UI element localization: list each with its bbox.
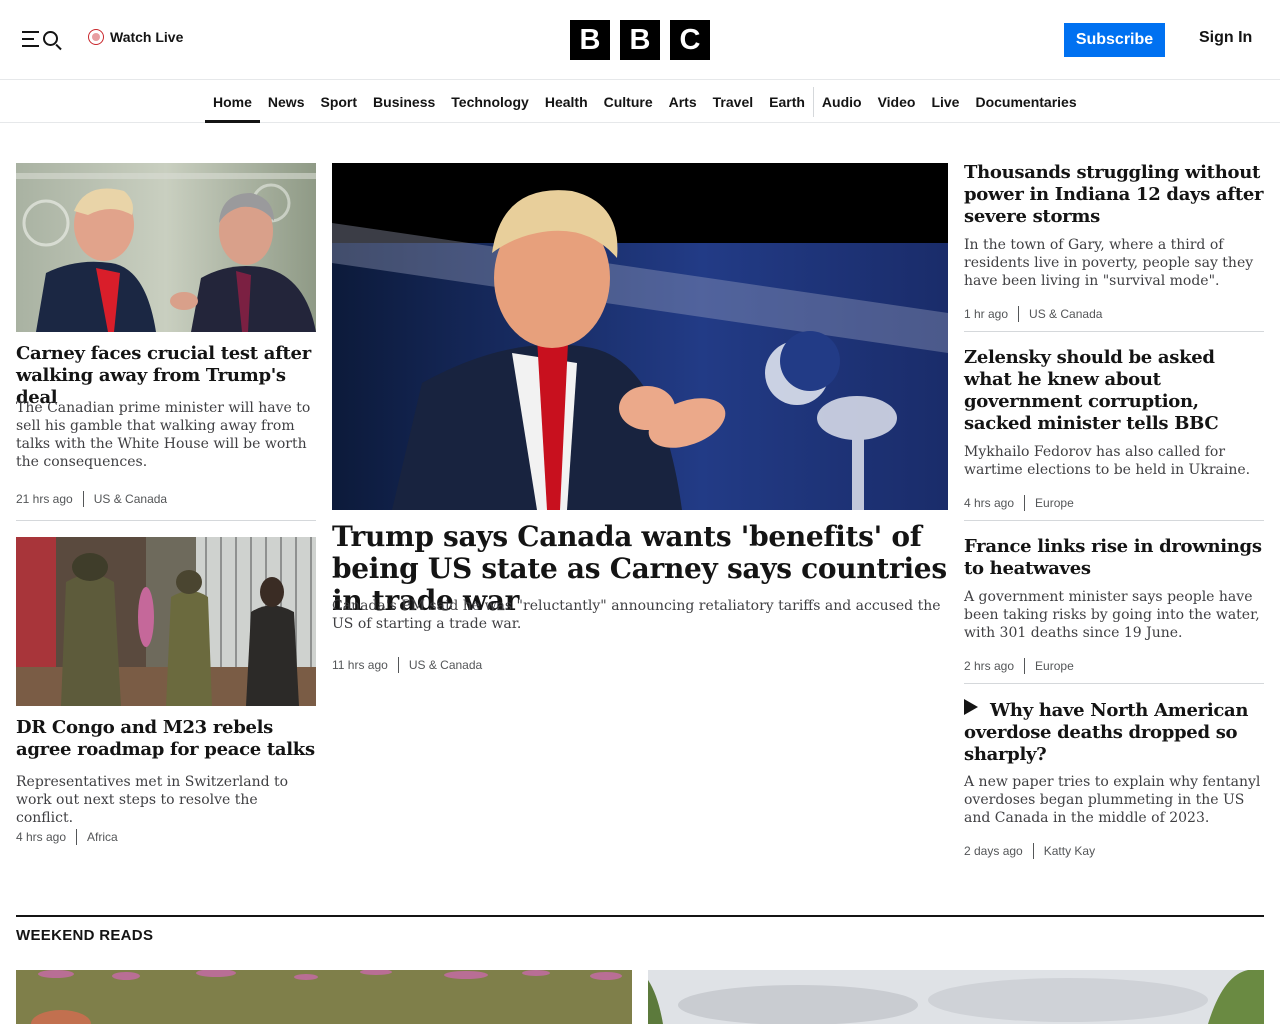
story-meta: 4 hrs ago Europe <box>964 495 1074 511</box>
story-summary: Mykhailo Fedorov has also called for war… <box>964 444 1251 478</box>
logo-letter-c: C <box>670 20 710 60</box>
meta-divider <box>82 491 84 507</box>
story-time: 2 hrs ago <box>964 659 1015 673</box>
story-divider <box>964 520 1264 521</box>
live-icon <box>88 29 104 45</box>
story-time: 4 hrs ago <box>964 496 1015 510</box>
nav-item-arts[interactable]: Arts <box>661 81 705 122</box>
story-section-link[interactable]: Africa <box>87 830 118 844</box>
meta-divider <box>76 829 78 845</box>
meta-divider <box>1024 495 1026 511</box>
story-time: 4 hrs ago <box>16 830 67 844</box>
story-author-link[interactable]: Katty Kay <box>1044 844 1095 858</box>
story-section-link[interactable]: US & Canada <box>409 658 482 672</box>
nav-item-video[interactable]: Video <box>870 81 924 122</box>
section-title-weekend-reads: WEEKEND READS <box>16 927 154 944</box>
nav-item-health[interactable]: Health <box>537 81 596 122</box>
nav-item-news[interactable]: News <box>260 81 313 122</box>
story-summary: A new paper tries to explain why fentany… <box>964 774 1261 826</box>
nav-item-audio[interactable]: Audio <box>814 81 870 122</box>
meta-divider <box>1032 843 1034 859</box>
logo-letter-b1: B <box>570 20 610 60</box>
story-divider <box>16 520 316 521</box>
main-story-summary: Canada's PM said he was "reluctantly" an… <box>332 598 941 632</box>
story-meta: 4 hrs ago Africa <box>16 829 118 845</box>
story-time: 2 days ago <box>964 844 1023 858</box>
meta-divider <box>397 657 399 673</box>
story-image-drcongo[interactable] <box>16 537 316 706</box>
story-section-link[interactable]: Europe <box>1035 496 1074 510</box>
story-section-link[interactable]: US & Canada <box>1029 307 1102 321</box>
story-headline[interactable]: Thousands struggling without power in In… <box>964 162 1264 228</box>
nav-item-documentaries[interactable]: Documentaries <box>967 81 1084 122</box>
nav-item-home[interactable]: Home <box>205 81 260 123</box>
menu-search-button[interactable] <box>20 28 62 52</box>
story-summary: The Canadian prime minister will have to… <box>16 400 311 470</box>
play-icon <box>964 699 978 715</box>
bbc-logo[interactable]: B B C <box>570 20 710 60</box>
site-header: Watch Live B B C Subscribe Sign In <box>0 0 1280 80</box>
story-meta: 21 hrs ago US & Canada <box>16 491 167 507</box>
story-headline[interactable]: France links rise in drownings to heatwa… <box>964 536 1264 580</box>
nav-item-travel[interactable]: Travel <box>705 81 761 122</box>
menu-icon <box>22 31 39 52</box>
story-summary: Representatives met in Switzerland to wo… <box>16 774 289 826</box>
nav-item-culture[interactable]: Culture <box>596 81 661 122</box>
nav-item-sport[interactable]: Sport <box>312 81 365 122</box>
nav-item-live[interactable]: Live <box>923 81 967 122</box>
story-meta: 2 days ago Katty Kay <box>964 843 1095 859</box>
watch-live-link[interactable]: Watch Live <box>88 29 183 45</box>
story-headline: Why have North American overdose deaths … <box>964 700 1249 765</box>
nav-item-technology[interactable]: Technology <box>443 81 537 122</box>
meta-divider <box>1018 306 1020 322</box>
video-story-link[interactable]: Why have North American overdose deaths … <box>964 699 1264 766</box>
story-section-link[interactable]: Europe <box>1035 659 1074 673</box>
story-image-carney-trump[interactable] <box>16 163 316 332</box>
section-rule <box>16 915 1264 917</box>
sign-in-link[interactable]: Sign In <box>1199 29 1252 47</box>
story-divider <box>964 683 1264 684</box>
main-story-meta: 11 hrs ago US & Canada <box>332 657 482 673</box>
logo-letter-b2: B <box>620 20 660 60</box>
story-section-link[interactable]: US & Canada <box>94 492 167 506</box>
story-summary: In the town of Gary, where a third of re… <box>964 237 1254 289</box>
story-summary: A government minister says people have b… <box>964 589 1260 641</box>
story-time: 11 hrs ago <box>332 658 388 672</box>
main-story-image[interactable] <box>332 163 948 510</box>
nav-item-business[interactable]: Business <box>365 81 443 122</box>
story-meta: 1 hr ago US & Canada <box>964 306 1102 322</box>
meta-divider <box>1024 658 1026 674</box>
weekend-read-image-1[interactable] <box>16 970 632 1024</box>
search-icon <box>43 31 58 46</box>
nav-item-earth[interactable]: Earth <box>761 81 813 122</box>
story-time: 1 hr ago <box>964 307 1009 321</box>
story-divider <box>964 331 1264 332</box>
story-headline[interactable]: Zelensky should be asked what he knew ab… <box>964 347 1264 435</box>
story-meta: 2 hrs ago Europe <box>964 658 1074 674</box>
story-time: 21 hrs ago <box>16 492 73 506</box>
weekend-read-image-2[interactable] <box>648 970 1264 1024</box>
watch-live-label: Watch Live <box>110 29 184 45</box>
main-nav: Home News Sport Business Technology Heal… <box>0 81 1280 123</box>
subscribe-button[interactable]: Subscribe <box>1064 23 1165 57</box>
story-headline[interactable]: DR Congo and M23 rebels agree roadmap fo… <box>16 717 316 761</box>
